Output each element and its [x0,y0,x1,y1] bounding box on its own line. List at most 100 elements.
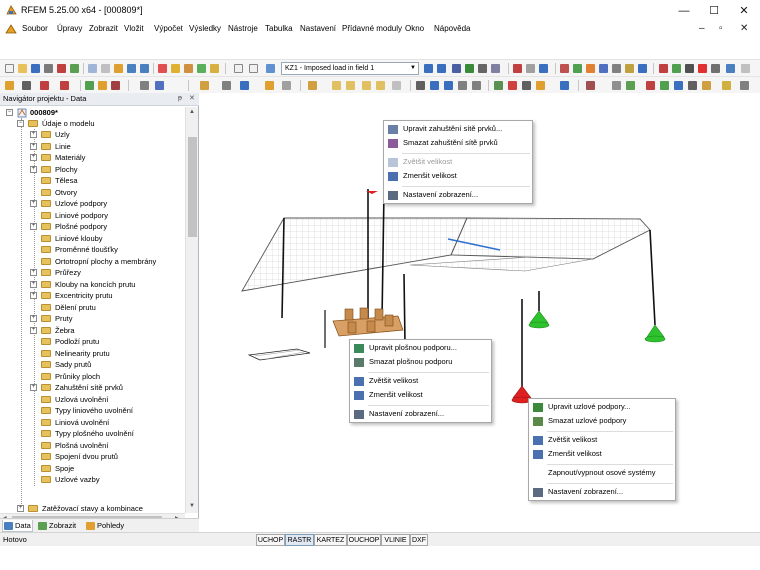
zoom-window-icon[interactable] [625,64,634,73]
select-icon[interactable] [659,64,668,73]
zoom-all-icon[interactable] [612,64,621,73]
expand-icon[interactable]: + [17,505,24,512]
expand-icon[interactable]: + [30,292,37,299]
tree-item[interactable]: Liniové klouby [30,233,182,244]
cut-icon[interactable] [702,81,711,90]
tree-item[interactable]: Podloží prutu [30,336,182,347]
window-icon[interactable] [210,64,219,73]
menu-item-edit-surface-support[interactable]: Upravit plošnou podporu... [350,341,491,355]
toggle-rastr[interactable]: RASTR [285,534,314,546]
navigator-close-button[interactable]: ✕ [189,93,195,105]
print-icon[interactable] [44,64,53,73]
tree-item[interactable]: + Klouby na koncích prutu [30,279,182,290]
tree-group-load-cases[interactable]: + Zatěžovací stavy a kombinace [17,503,182,513]
menu-soubor[interactable]: Soubor [22,24,48,33]
menu-item-edit-nodal-support[interactable]: Upravit uzlové podpory... [529,400,675,414]
tree-item[interactable]: Plošná uvolnění [30,440,182,451]
menu-upravy[interactable]: Úpravy [57,24,82,33]
expand-icon[interactable]: + [30,142,37,150]
node-icon[interactable] [40,81,49,90]
show-loads-icon[interactable] [452,64,461,73]
divide-icon[interactable] [308,81,317,90]
toggle-dxf[interactable]: DXF [410,534,428,546]
more-icon[interactable] [741,64,750,73]
ruler-icon[interactable] [726,64,735,73]
copy-model-icon[interactable] [222,81,231,90]
tree-item[interactable]: + Plošné podpory [30,221,182,232]
lock-icon[interactable] [612,81,621,90]
menu-zobrazit[interactable]: Zobrazit [89,24,118,33]
menu-tabulka[interactable]: Tabulka [265,24,293,33]
expand-icon[interactable]: + [30,154,37,161]
intersect-icon[interactable] [332,81,341,90]
nodal-support-green[interactable] [528,310,550,329]
extend-icon[interactable] [376,81,385,90]
minimize-button[interactable]: — [669,2,699,20]
previous-icon[interactable] [424,64,433,73]
navigator-tree[interactable]: − 000809* − Údaje o modelu + Uzly + Linie + M… [0,107,185,513]
menu-item-toggle-axes[interactable]: Zapnout/vypnout osové systémy [529,466,675,480]
tree-item[interactable]: + Zahuštění sítě prvků [30,382,182,393]
toggle-kartez[interactable]: KARTEZ [314,534,347,546]
menu-item-display-settings[interactable]: Nastavení zobrazení... [350,407,491,421]
surface-icon[interactable] [98,81,107,90]
tree-item[interactable]: Uzlová uvolnění [30,394,182,405]
tab-pohledy[interactable]: Pohledy [85,520,129,532]
next-icon[interactable] [437,64,446,73]
tree-item[interactable]: Liniová uvolnění [30,417,182,428]
mirror-icon[interactable] [158,64,167,73]
menu-item-delete-surface-support[interactable]: Smazat plošnou podporu [350,355,491,369]
pin-button[interactable]: ᵽ [178,93,182,105]
result-values-icon[interactable] [478,64,487,73]
import-icon[interactable] [70,64,79,73]
results-icon[interactable] [171,64,180,73]
expand-icon[interactable]: + [30,384,37,391]
foundation-plate[interactable] [247,348,311,361]
menu-nastaveni[interactable]: Nastavení [300,24,336,33]
menu-item-display-settings[interactable]: Nastavení zobrazení... [529,485,675,499]
menu-item-enlarge[interactable]: Zvětšit velikost [529,433,675,447]
menu-okno[interactable]: Okno [405,24,424,33]
toggle-ouchop[interactable]: OUCHOP [347,534,381,546]
check-icon[interactable] [197,64,206,73]
menu-nastroje[interactable]: Nástroje [228,24,258,33]
open-folder-icon[interactable] [18,64,27,73]
menu-napoveda[interactable]: Nápověda [434,24,470,33]
load-case-select[interactable]: KZ1 - Imposed load in field 1 ▼ [281,62,419,75]
tree-item[interactable]: Spoje [30,463,182,474]
tree-group-model-data[interactable]: − Údaje o modelu [17,118,182,129]
tree-item[interactable]: + Pruty [30,313,182,324]
navigator-vertical-scrollbar[interactable]: ▲ ▼ [185,107,198,513]
menu-item-delete-mesh[interactable]: Smazat zahuštění sítě prvků [384,136,532,150]
hinge-icon[interactable] [111,81,120,90]
view-x-icon[interactable] [560,64,569,73]
expand-icon[interactable]: + [30,280,37,288]
expand-icon[interactable]: + [30,326,37,334]
zoom-out-icon[interactable] [444,81,453,90]
toggle-uchop[interactable]: UCHOP [256,534,285,546]
redo-icon[interactable] [140,64,149,73]
tree-item[interactable]: Nelinearity prutu [30,348,182,359]
copy-icon[interactable] [88,64,97,73]
nodal-support-green[interactable] [644,324,666,343]
options-icon[interactable] [740,81,749,90]
section-icon[interactable] [526,64,535,73]
expand-icon[interactable]: + [30,200,37,207]
tree-item[interactable]: + Žebra [30,325,182,336]
visibility-icon[interactable] [672,64,681,73]
document-icon[interactable] [5,24,17,35]
tree-item[interactable]: + Uzlové podpory [30,198,182,209]
model-viewport[interactable]: Upravit zahuštění sítě prvků... Smazat z… [200,93,760,532]
scroll-thumb[interactable] [188,137,197,237]
tree-item[interactable]: Sady prutů [30,359,182,370]
menu-item-edit-mesh[interactable]: Upravit zahuštění sítě prvků... [384,122,532,136]
tree-item[interactable]: + Materiály [30,152,182,163]
load-icon[interactable] [184,64,193,73]
mdi-close-button[interactable]: ✕ [740,23,748,34]
menu-vypocet[interactable]: Výpočet [154,24,183,33]
rotate-model-icon[interactable] [265,81,274,90]
filter-icon[interactable] [416,81,425,90]
line-icon[interactable] [22,81,31,90]
delete-icon[interactable] [698,64,707,73]
opening-icon[interactable] [660,81,669,90]
